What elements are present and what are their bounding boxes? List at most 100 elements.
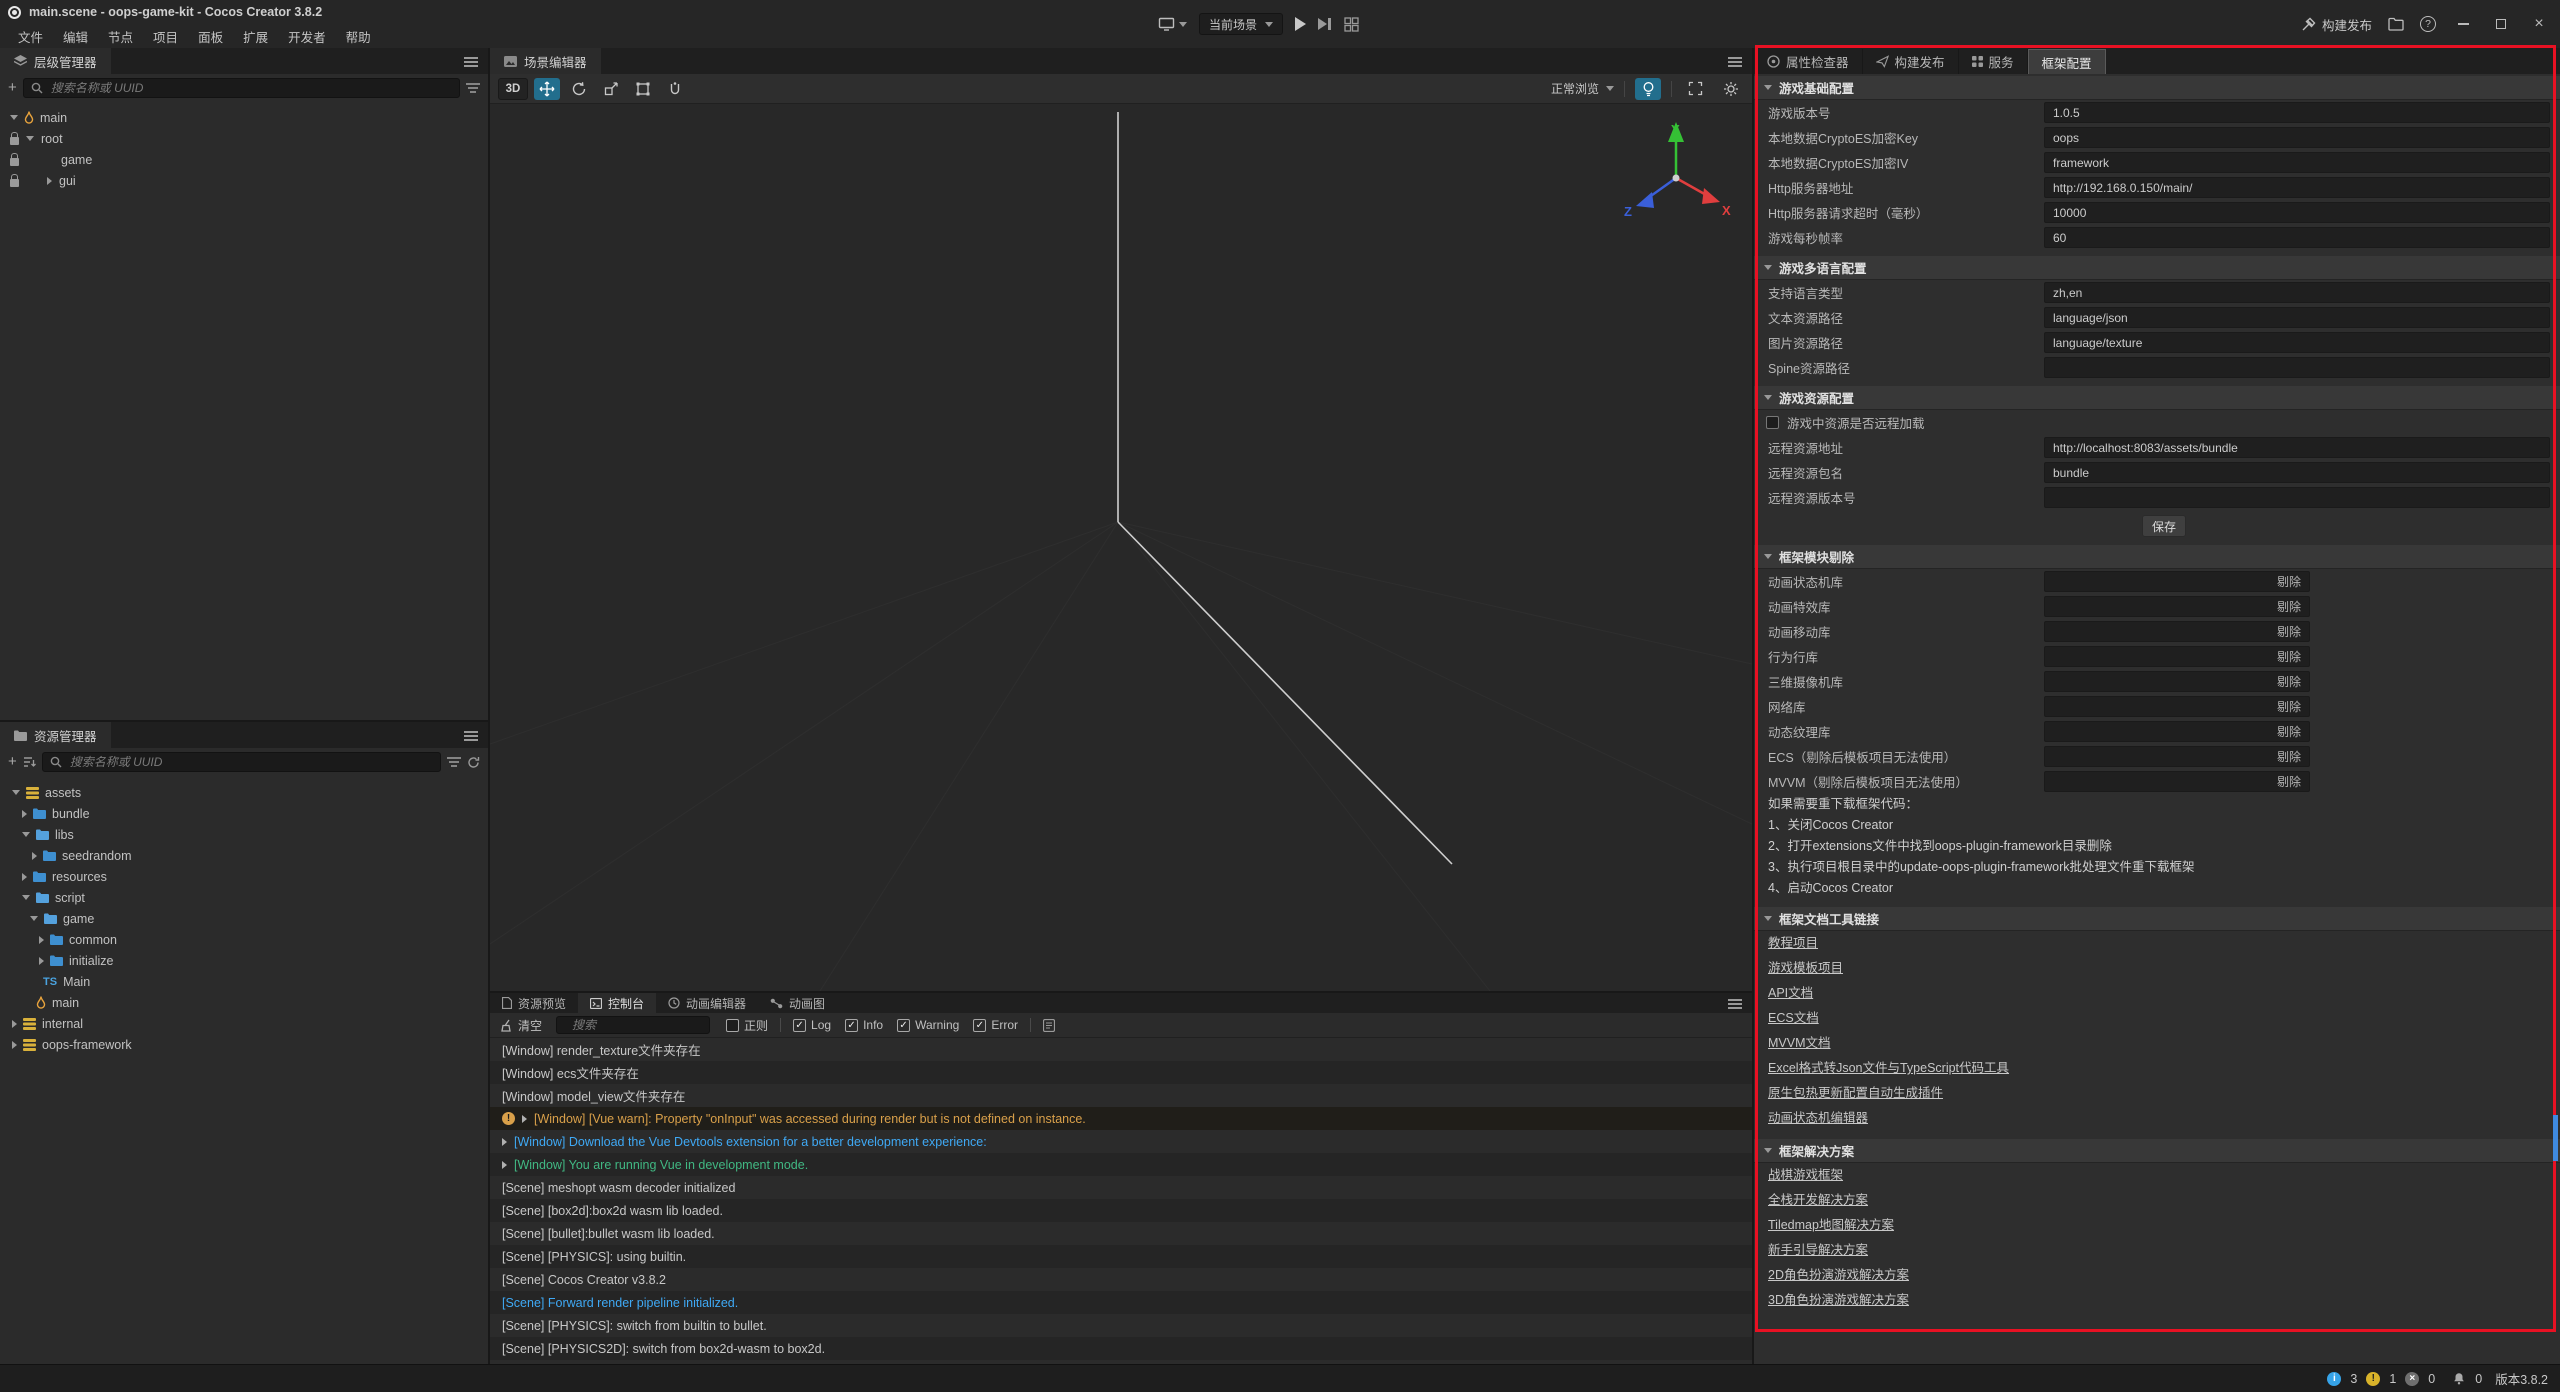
log-row[interactable]: [Scene] [PHYSICS2D]: switch from box2d-w… — [490, 1337, 1752, 1360]
add-node-button[interactable]: + — [8, 81, 17, 95]
filter-log-toggle[interactable]: ✓Log — [793, 1018, 831, 1032]
chevron-down-icon[interactable] — [22, 832, 30, 837]
lang-texture-path-input[interactable] — [2044, 332, 2550, 353]
checkbox-checked[interactable]: ✓ — [845, 1019, 858, 1032]
expand-chevron-icon[interactable] — [522, 1115, 527, 1123]
doc-link[interactable]: ECS文档 — [1754, 1006, 2560, 1031]
checkbox-checked[interactable]: ✓ — [973, 1019, 986, 1032]
tree-node-game[interactable]: game — [0, 908, 488, 929]
solution-link[interactable]: 2D角色扮演游戏解决方案 — [1754, 1263, 2560, 1288]
current-scene-dropdown[interactable]: 当前场景 — [1199, 13, 1283, 35]
tree-node-main[interactable]: main — [0, 107, 488, 128]
tree-node-root[interactable]: root — [0, 128, 488, 149]
solution-link[interactable]: 战棋游戏框架 — [1754, 1163, 2560, 1188]
section-language-config[interactable]: 游戏多语言配置 — [1754, 256, 2560, 280]
log-row[interactable]: [Window] Download the Vue Devtools exten… — [490, 1130, 1752, 1153]
folder-icon[interactable] — [2388, 17, 2404, 31]
tab-inspector[interactable]: 属性检查器 — [1754, 49, 1863, 74]
checkbox-checked[interactable]: ✓ — [897, 1019, 910, 1032]
refresh-icon[interactable] — [467, 756, 480, 769]
rect-tool-button[interactable] — [630, 78, 656, 100]
doc-link[interactable]: 游戏模板项目 — [1754, 956, 2560, 981]
log-row[interactable]: [Window] You are running Vue in developm… — [490, 1153, 1752, 1176]
tree-node-seedrandom[interactable]: seedrandom — [0, 845, 488, 866]
tab-animation-graph[interactable]: 动画图 — [758, 993, 837, 1013]
log-row[interactable]: [Scene] Forward render pipeline initiali… — [490, 1291, 1752, 1314]
tree-node-common[interactable]: common — [0, 929, 488, 950]
tree-node-internal[interactable]: internal — [0, 1013, 488, 1034]
rotate-tool-button[interactable] — [566, 78, 592, 100]
info-count-icon[interactable]: i — [2327, 1372, 2341, 1386]
scale-tool-button[interactable] — [598, 78, 624, 100]
chevron-down-icon[interactable] — [26, 136, 34, 141]
log-row[interactable]: [Window] ecs文件夹存在 — [490, 1061, 1752, 1084]
menu-help[interactable]: 帮助 — [336, 27, 381, 46]
solution-link[interactable]: 3D角色扮演游戏解决方案 — [1754, 1288, 2560, 1313]
tab-animation-editor[interactable]: 动画编辑器 — [656, 993, 758, 1013]
tab-asset-preview[interactable]: 资源预览 — [490, 993, 578, 1013]
3d-mode-button[interactable]: 3D — [498, 78, 528, 100]
tree-node-libs[interactable]: libs — [0, 824, 488, 845]
view-mode-dropdown[interactable]: 正常浏览 — [1551, 80, 1614, 97]
doc-link[interactable]: Excel格式转Json文件与TypeScript代码工具 — [1754, 1056, 2560, 1081]
remove-button[interactable]: 剔除 — [2277, 698, 2301, 715]
menu-node[interactable]: 节点 — [98, 27, 143, 46]
menu-edit[interactable]: 编辑 — [53, 27, 98, 46]
clear-console-button[interactable]: 清空 — [500, 1017, 542, 1034]
doc-link[interactable]: 动画状态机编辑器 — [1754, 1106, 2560, 1131]
checkbox-checked[interactable]: ✓ — [793, 1019, 806, 1032]
panel-menu-icon[interactable] — [1728, 997, 1742, 1011]
log-row[interactable]: [Window] model_view文件夹存在 — [490, 1084, 1752, 1107]
filter-icon[interactable] — [466, 82, 480, 94]
doc-link[interactable]: API文档 — [1754, 981, 2560, 1006]
remove-button[interactable]: 剔除 — [2277, 748, 2301, 765]
filter-info-toggle[interactable]: ✓Info — [845, 1018, 883, 1032]
tab-hierarchy[interactable]: 层级管理器 — [0, 48, 111, 74]
languages-input[interactable] — [2044, 282, 2550, 303]
fps-input[interactable] — [2044, 227, 2550, 248]
expand-chevron-icon[interactable] — [502, 1161, 507, 1169]
section-module-strip[interactable]: 框架模块剔除 — [1754, 545, 2560, 569]
chevron-right-icon[interactable] — [22, 810, 27, 818]
remove-button[interactable]: 剔除 — [2277, 723, 2301, 740]
tab-services[interactable]: 服务 — [1959, 49, 2028, 74]
filter-error-toggle[interactable]: ✓Error — [973, 1018, 1018, 1032]
crypto-key-input[interactable] — [2044, 127, 2550, 148]
menu-extension[interactable]: 扩展 — [233, 27, 278, 46]
menu-file[interactable]: 文件 — [8, 27, 53, 46]
remove-button[interactable]: 剔除 — [2277, 623, 2301, 640]
section-resource-config[interactable]: 游戏资源配置 — [1754, 386, 2560, 410]
fullscreen-icon[interactable] — [1682, 78, 1708, 100]
lighting-toggle-button[interactable] — [1635, 78, 1661, 100]
tab-scene-editor[interactable]: 场景编辑器 — [490, 48, 601, 74]
expand-chevron-icon[interactable] — [502, 1138, 507, 1146]
tree-node-oops-framework[interactable]: oops-framework — [0, 1034, 488, 1055]
chevron-down-icon[interactable] — [10, 115, 18, 120]
close-button[interactable]: × — [2528, 13, 2550, 35]
layout-grid-icon[interactable] — [1343, 16, 1360, 33]
chevron-right-icon[interactable] — [39, 957, 44, 965]
tab-assets[interactable]: 资源管理器 — [0, 722, 111, 748]
error-count-icon[interactable]: × — [2405, 1372, 2419, 1386]
doc-link[interactable]: MVVM文档 — [1754, 1031, 2560, 1056]
warning-count-icon[interactable]: ! — [2366, 1372, 2380, 1386]
checkbox-unchecked[interactable] — [726, 1019, 739, 1032]
remote-version-input[interactable] — [2044, 487, 2550, 508]
chevron-right-icon[interactable] — [12, 1041, 17, 1049]
chevron-right-icon[interactable] — [47, 177, 52, 185]
log-row[interactable]: [Scene] [box2d]:box2d wasm lib loaded. — [490, 1199, 1752, 1222]
doc-link[interactable]: 原生包热更新配置自动生成插件 — [1754, 1081, 2560, 1106]
axis-gizmo[interactable]: Y X Z — [1618, 116, 1738, 236]
tree-node-resources[interactable]: resources — [0, 866, 488, 887]
regex-toggle[interactable]: 正则 — [726, 1017, 768, 1034]
panel-menu-icon[interactable] — [1728, 55, 1742, 69]
sort-icon[interactable] — [23, 756, 36, 768]
chevron-right-icon[interactable] — [12, 1020, 17, 1028]
tree-node-assets[interactable]: assets — [0, 782, 488, 803]
lang-json-path-input[interactable] — [2044, 307, 2550, 328]
filter-warning-toggle[interactable]: ✓Warning — [897, 1018, 959, 1032]
section-doc-links[interactable]: 框架文档工具链接 — [1754, 907, 2560, 931]
preview-device-selector[interactable] — [1158, 16, 1187, 32]
log-row[interactable]: [Scene] [PHYSICS]: using builtin. — [490, 1245, 1752, 1268]
scene-viewport[interactable]: Y X Z — [490, 104, 1752, 991]
